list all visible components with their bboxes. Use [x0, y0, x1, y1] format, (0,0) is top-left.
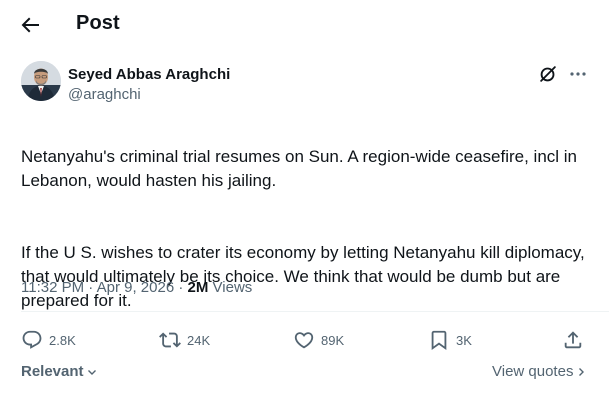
- bookmark-count: 3K: [456, 332, 472, 348]
- like-count: 89K: [321, 332, 345, 348]
- post-paragraph: Netanyahu's criminal trial resumes on Su…: [21, 147, 578, 190]
- post-paragraph: If the U S. wishes to crater its economy…: [21, 243, 585, 310]
- author-handle[interactable]: @araghchi: [68, 86, 141, 103]
- reply-icon: [22, 330, 42, 349]
- repost-icon: [159, 332, 181, 348]
- author-name[interactable]: Seyed Abbas Araghchi: [68, 66, 230, 83]
- grok-icon[interactable]: [537, 63, 559, 85]
- page-title: Post: [76, 12, 120, 34]
- share-icon: [564, 331, 582, 349]
- avatar[interactable]: [21, 61, 61, 101]
- meta-separator: ·: [174, 279, 188, 296]
- post-date[interactable]: Apr 9, 2026: [97, 279, 175, 296]
- view-quotes-label: View quotes: [492, 363, 574, 380]
- repost-button[interactable]: 24K: [159, 328, 210, 352]
- post-time[interactable]: 11:32 PM: [21, 279, 84, 296]
- views-count: 2M: [187, 279, 209, 296]
- share-button[interactable]: [562, 328, 584, 352]
- post-text: Netanyahu's criminal trial resumes on Su…: [21, 121, 596, 337]
- reply-count: 2.8K: [49, 332, 76, 348]
- divider: [21, 311, 609, 312]
- views-label: Views: [212, 279, 253, 296]
- sort-dropdown[interactable]: Relevant: [21, 363, 98, 380]
- bookmark-icon: [431, 330, 447, 351]
- repost-count: 24K: [187, 332, 211, 348]
- like-button[interactable]: 89K: [293, 328, 344, 352]
- view-quotes-link[interactable]: View quotes: [492, 363, 587, 380]
- chevron-right-icon: [579, 367, 585, 376]
- meta-separator: ·: [84, 279, 97, 296]
- back-arrow-icon[interactable]: [18, 13, 42, 37]
- more-icon[interactable]: [568, 66, 588, 82]
- bookmark-button[interactable]: 3K: [428, 328, 472, 352]
- post-meta: 11:32 PM · Apr 9, 2026 · 2M Views: [21, 279, 252, 296]
- top-header: Post: [0, 0, 609, 50]
- reply-button[interactable]: 2.8K: [21, 328, 76, 352]
- sort-label: Relevant: [21, 363, 84, 380]
- chevron-down-icon: [87, 369, 96, 375]
- like-icon: [294, 332, 314, 349]
